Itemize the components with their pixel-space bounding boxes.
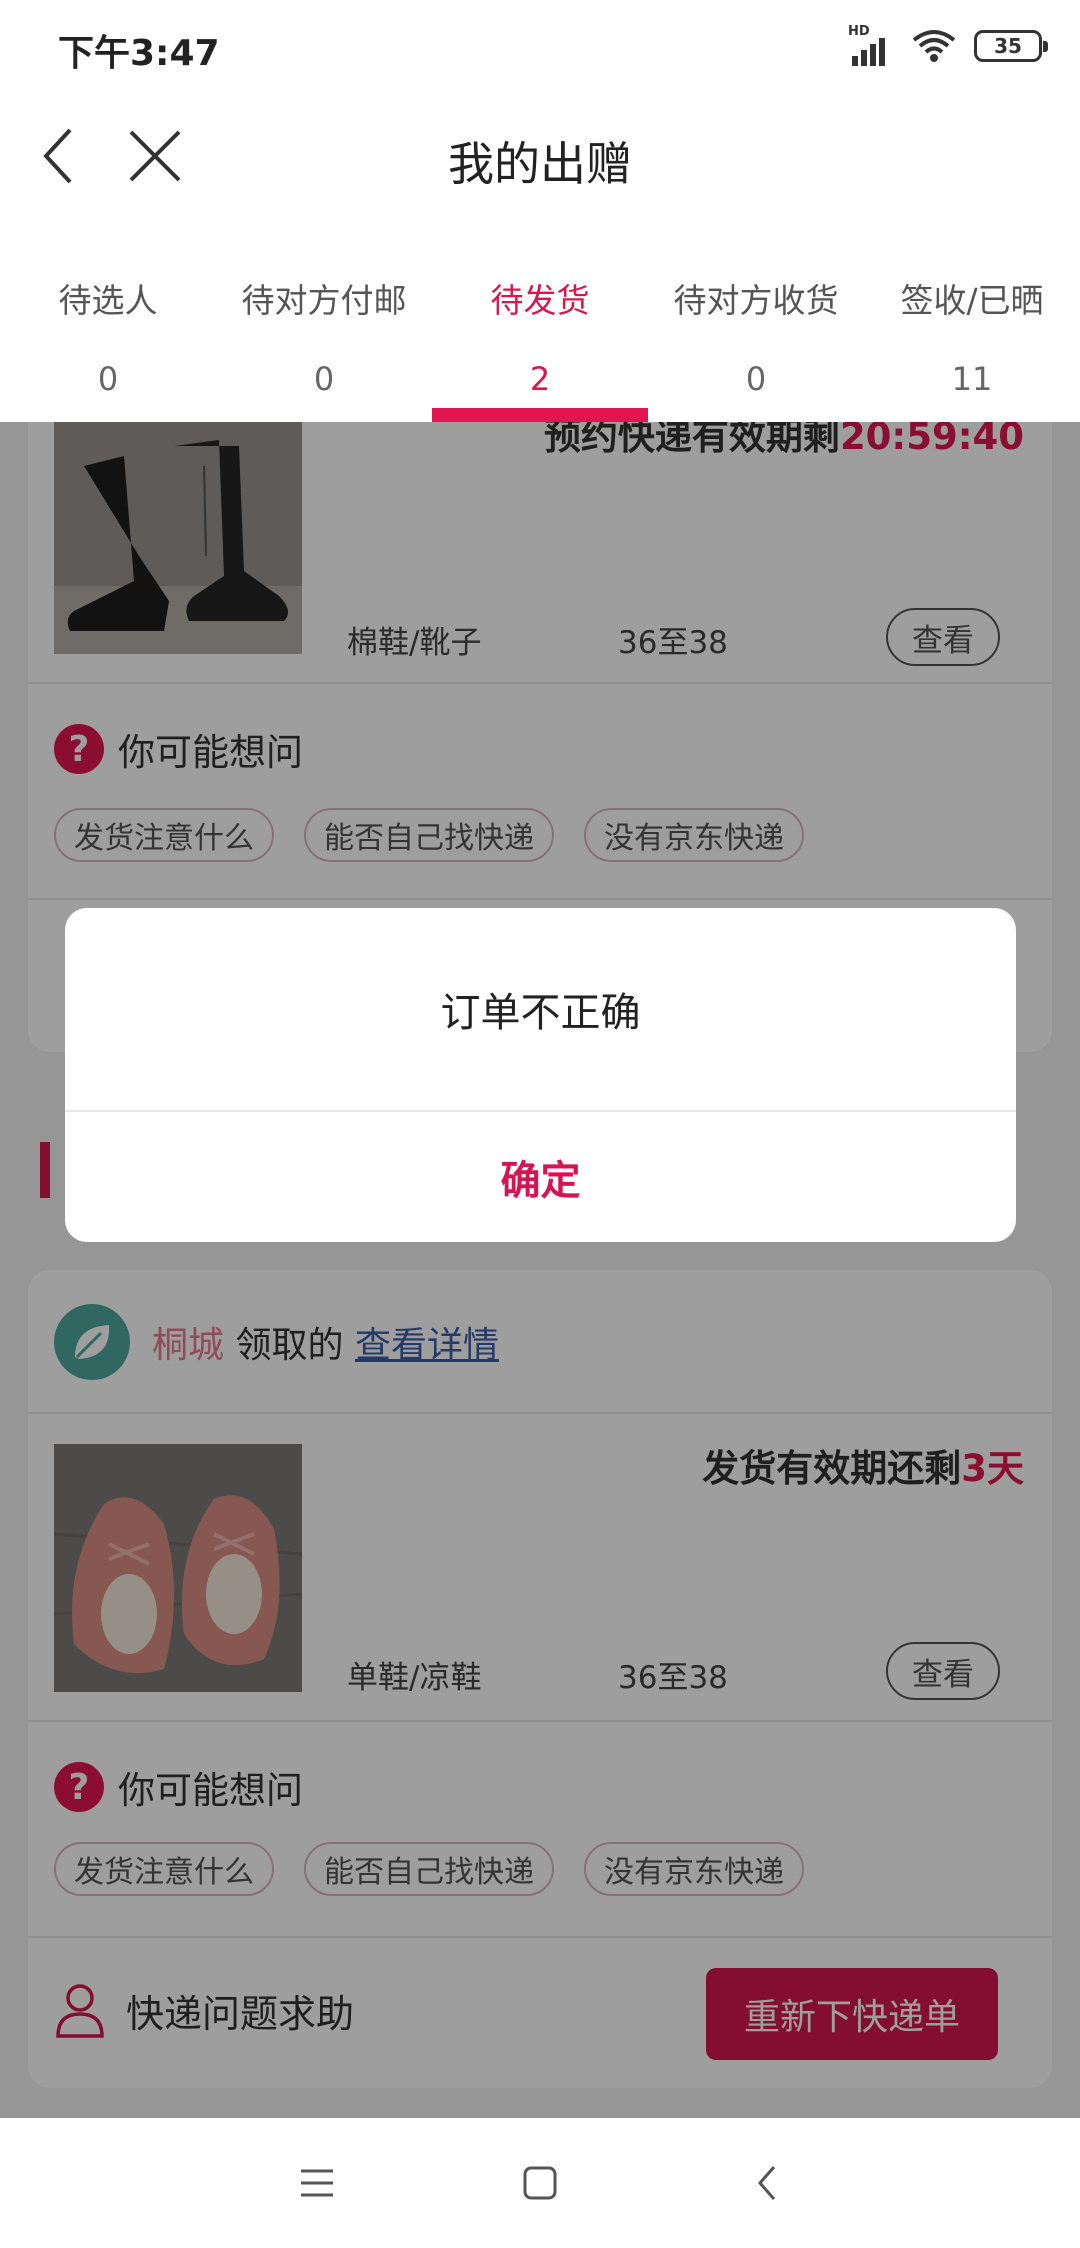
menu-icon xyxy=(301,2169,333,2197)
system-back-button[interactable] xyxy=(727,2148,807,2218)
wifi-icon xyxy=(912,30,956,62)
tab-count: 0 xyxy=(97,360,119,398)
tab-count: 11 xyxy=(951,360,993,398)
page-title: 我的出赠 xyxy=(448,137,632,191)
tab-count: 0 xyxy=(745,360,767,398)
tab-received[interactable]: 签收/已晒 11 xyxy=(864,216,1080,422)
status-bar: 下午3:47 HD 35 xyxy=(0,0,1080,96)
tab-count: 2 xyxy=(529,360,551,398)
modal-overlay[interactable] xyxy=(0,422,1080,2118)
tab-label: 待对方付邮 xyxy=(241,281,407,320)
tab-count: 0 xyxy=(313,360,335,398)
alert-dialog: 订单不正确 确定 xyxy=(65,908,1016,1242)
status-icons: HD 35 xyxy=(848,24,1048,66)
status-time: 下午3:47 xyxy=(58,33,220,74)
dialog-message: 订单不正确 xyxy=(440,990,641,1036)
tab-underline xyxy=(432,408,648,422)
battery-level: 35 xyxy=(994,34,1022,58)
signal-icon: HD xyxy=(848,24,894,66)
system-nav-bar xyxy=(0,2118,1080,2248)
tab-pending-selection[interactable]: 待选人 0 xyxy=(0,216,216,422)
network-type-label: HD xyxy=(848,24,870,39)
tab-label: 待选人 xyxy=(58,281,158,320)
status-tabs: 待选人 0 待对方付邮 0 待发货 2 待对方收货 0 签收/已晒 11 xyxy=(0,216,1080,422)
confirm-button[interactable]: 确定 xyxy=(65,1112,1016,1242)
tab-pending-receipt[interactable]: 待对方收货 0 xyxy=(648,216,864,422)
battery-icon: 35 xyxy=(974,30,1048,62)
home-square-icon xyxy=(523,2166,557,2200)
tab-label: 待发货 xyxy=(490,281,590,320)
tab-pending-postage[interactable]: 待对方付邮 0 xyxy=(216,216,432,422)
tab-label: 签收/已晒 xyxy=(900,281,1044,320)
menu-button[interactable] xyxy=(277,2148,357,2218)
tab-pending-shipment[interactable]: 待发货 2 xyxy=(432,216,648,422)
back-icon xyxy=(758,2166,776,2200)
home-button[interactable] xyxy=(500,2148,580,2218)
tab-label: 待对方收货 xyxy=(673,281,839,320)
nav-bar: 我的出赠 xyxy=(0,96,1080,216)
